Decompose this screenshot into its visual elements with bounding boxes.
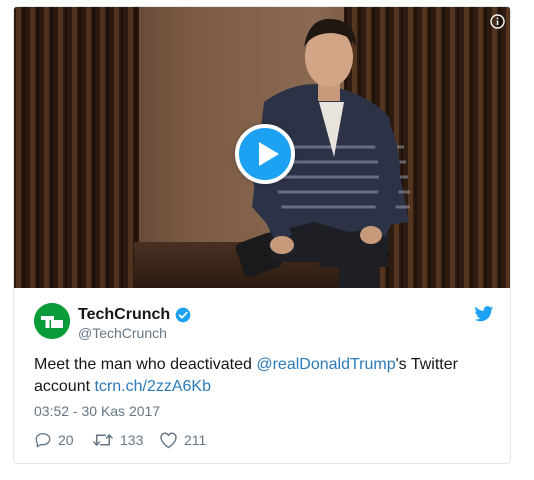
retweet-icon [93,434,113,446]
verified-badge-icon [175,307,191,323]
avatar[interactable] [34,303,70,339]
embedded-tweet-card[interactable]: TechCrunch @TechCrunch Meet the man who … [13,6,511,464]
video-thumbnail[interactable] [14,7,510,288]
reply-count: 20 [58,432,74,448]
tweet-actions: 20 133 211 [34,430,434,450]
mention-link[interactable]: @realDonaldTrump [256,356,395,373]
tweet-text-part: Meet the man who deactivated [34,356,257,373]
author-name[interactable]: TechCrunch [78,306,170,324]
author-handle[interactable]: @TechCrunch [78,325,167,341]
heart-icon [160,432,177,449]
play-button[interactable] [235,124,295,184]
tweet-text: Meet the man who deactivated @realDonald… [34,354,494,398]
reply-icon [35,432,51,448]
timestamp[interactable]: 03:52 - 30 Kas 2017 [34,403,160,419]
twitter-bird-icon[interactable] [474,306,494,322]
url-link[interactable]: tcrn.ch/2zzA6Kb [94,378,211,395]
techcrunch-logo-icon [34,303,70,339]
info-icon[interactable] [490,14,505,29]
retweet-button[interactable]: 133 [92,430,143,450]
like-button[interactable]: 211 [159,430,206,450]
reply-button[interactable]: 20 [34,430,74,450]
play-icon [259,142,279,166]
retweet-count: 133 [120,432,144,448]
like-count: 211 [184,432,207,448]
